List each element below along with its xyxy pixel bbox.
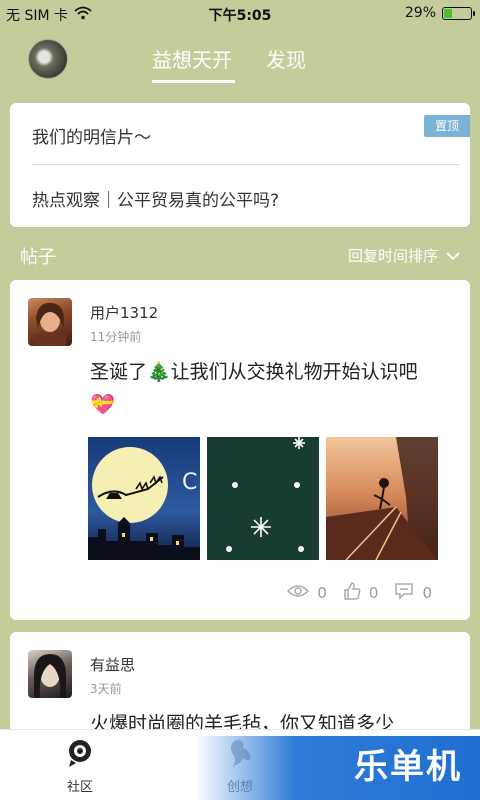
posts-section-header: 帖子 回复时间排序 <box>0 240 480 272</box>
pinned-card: 我们的明信片～ 置顶 热点观察｜公平贸易真的公平吗? <box>10 103 470 227</box>
avatar[interactable] <box>28 650 72 698</box>
post-image[interactable]: C <box>88 437 200 560</box>
eye-icon <box>287 584 310 602</box>
community-icon <box>67 740 93 772</box>
post-title[interactable]: 圣诞了🎄让我们从交换礼物开始认识吧 <box>90 357 418 384</box>
bottom-tab-community[interactable]: 社区 <box>40 738 120 795</box>
watermark-logo: 乐单机 <box>354 747 462 787</box>
active-tab-indicator <box>152 80 235 83</box>
post-stats: 0 0 0 <box>287 582 432 604</box>
svg-text:C: C <box>182 470 197 495</box>
post-timestamp: 11分钟前 <box>90 330 142 344</box>
post-title-emoji: 💝 <box>90 392 115 416</box>
battery-percent: 29% <box>404 5 436 21</box>
post-username[interactable]: 有益思 <box>90 654 135 675</box>
avatar[interactable] <box>28 39 68 79</box>
pinned-badge: 置顶 <box>424 115 470 137</box>
comment-icon <box>394 582 414 604</box>
likes-count: 0 <box>368 584 379 602</box>
post-card[interactable]: 用户1312 11分钟前 圣诞了🎄让我们从交换礼物开始认识吧 💝 C 0 0 0 <box>10 280 470 620</box>
post-timestamp: 3天前 <box>90 682 122 696</box>
tab-yixiangtiankai[interactable]: 益想天开 <box>152 44 232 73</box>
pinned-item[interactable]: 热点观察｜公平贸易真的公平吗? <box>32 186 279 211</box>
tab-discover[interactable]: 发现 <box>266 44 306 73</box>
views-count: 0 <box>317 584 327 602</box>
section-title: 帖子 <box>20 247 56 268</box>
battery-icon <box>442 6 475 20</box>
like-button[interactable]: 0 <box>343 582 379 604</box>
post-images: C <box>88 437 438 560</box>
avatar[interactable] <box>28 298 72 346</box>
views-stat[interactable]: 0 <box>287 584 327 602</box>
divider <box>32 164 460 165</box>
thumbs-up-icon <box>343 582 361 604</box>
post-image[interactable] <box>326 437 438 560</box>
bottom-tab-label: 社区 <box>66 780 93 795</box>
post-image[interactable] <box>207 437 319 560</box>
sort-dropdown[interactable]: 回复时间排序 <box>348 245 460 266</box>
top-nav: 益想天开 发现 <box>0 30 480 90</box>
comments-count: 0 <box>422 584 432 602</box>
pinned-item[interactable]: 我们的明信片～ <box>32 123 151 148</box>
chevron-down-icon <box>446 247 460 265</box>
comment-button[interactable]: 0 <box>394 582 432 604</box>
watermark-overlay: 乐单机 <box>195 736 480 800</box>
status-bar: 无 SIM 卡 下午5:05 29% <box>0 0 480 28</box>
bottom-tab-bar: 社区 创想 乐单机 <box>0 729 480 800</box>
sort-label: 回复时间排序 <box>347 247 438 265</box>
post-username[interactable]: 用户1312 <box>90 302 158 323</box>
